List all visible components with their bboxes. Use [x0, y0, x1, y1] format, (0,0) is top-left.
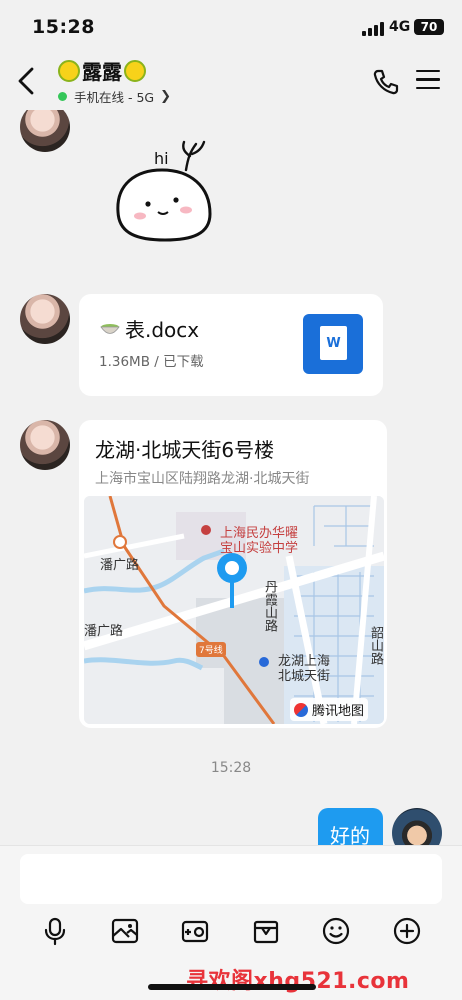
chat-header: 露露 手机在线 - 5G ❯ [0, 54, 462, 110]
map-provider-text: 腾讯地图 [312, 704, 365, 719]
file-message[interactable]: 表.docx 1.36MB / 已下载 W [79, 294, 383, 396]
chevron-right-icon: ❯ [160, 89, 172, 104]
contact-avatar[interactable] [20, 110, 70, 152]
map-label-school: 宝山实验中学 [220, 541, 299, 556]
watermark: 寻欢阁xhg521.com [186, 969, 410, 994]
lemon-icon [124, 59, 146, 82]
home-indicator[interactable] [148, 984, 316, 990]
network-type: 4G [389, 19, 411, 35]
file-name: 表.docx [99, 314, 199, 343]
input-area: 寻欢阁xhg521.com [0, 845, 462, 1000]
word-file-icon: W [303, 314, 363, 374]
location-message[interactable]: 龙湖·北城天街6号楼 上海市宝山区陆翔路龙湖·北城天街 上海民办华曜 宝山实验中… [79, 420, 387, 728]
contact-name[interactable]: 露露 [56, 56, 148, 85]
file-name-text: 表.docx [125, 318, 200, 342]
contact-avatar[interactable] [20, 420, 70, 470]
online-status-text: 手机在线 - 5G [74, 90, 155, 105]
my-message-bubble[interactable]: 好的 [318, 808, 383, 845]
file-meta: 1.36MB / 已下载 [99, 354, 204, 370]
message-input[interactable] [20, 854, 442, 904]
message-list[interactable]: hi 表.docx 1.36MB / 已下载 W 龙湖·北城天街6号楼 上海市宝… [0, 110, 462, 845]
online-dot-icon [58, 92, 67, 101]
map-label-road: 韶山路 [368, 626, 383, 665]
phone-icon[interactable] [372, 68, 400, 96]
sticker-text: hi [154, 149, 169, 168]
bowl-emoji-icon [100, 323, 120, 334]
battery-icon: 70 [414, 19, 444, 35]
location-map[interactable]: 上海民办华曜 宝山实验中学 潘广路 潘广路 丹霞山路 韶山路 龙湖上海 北城天街… [84, 496, 384, 724]
contact-avatar[interactable] [20, 294, 70, 344]
my-avatar[interactable] [392, 808, 442, 845]
map-label-mall: 北城天街 [278, 669, 331, 684]
video-icon[interactable] [180, 916, 210, 946]
location-address: 上海市宝山区陆翔路龙湖·北城天街 [95, 471, 310, 487]
input-toolbar [0, 916, 462, 952]
contact-name-text: 露露 [82, 60, 122, 84]
map-label-road: 潘广路 [100, 558, 140, 573]
plus-icon[interactable] [392, 916, 422, 946]
compass-icon [294, 702, 308, 717]
lemon-icon [58, 59, 80, 82]
emoji-icon[interactable] [321, 916, 351, 946]
metro-line-badge: 7号线 [196, 642, 226, 657]
gift-icon[interactable] [251, 916, 281, 946]
signal-icon [362, 22, 384, 36]
back-icon[interactable] [14, 66, 40, 96]
location-title: 龙湖·北城天街6号楼 [95, 438, 275, 462]
word-doc-glyph: W [320, 326, 347, 360]
online-status[interactable]: 手机在线 - 5G ❯ [58, 87, 171, 106]
message-timestamp: 15:28 [210, 760, 252, 776]
map-label-road: 潘广路 [84, 624, 124, 639]
status-bar: 15:28 4G 70 [0, 0, 462, 54]
map-label-road: 丹霞山路 [262, 580, 277, 632]
image-icon[interactable] [110, 916, 140, 946]
status-time: 15:28 [32, 16, 95, 38]
map-provider-badge: 腾讯地图 [290, 698, 369, 721]
menu-icon[interactable] [416, 70, 440, 92]
hi-sticker[interactable]: hi [110, 134, 220, 246]
microphone-icon[interactable] [40, 916, 70, 946]
